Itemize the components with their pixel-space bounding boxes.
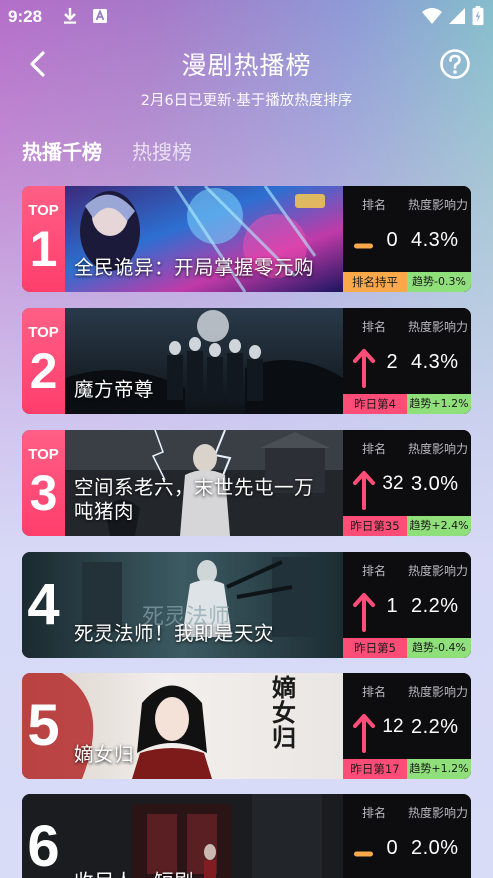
stats-panel: 排名 热度影响力 0 4.3% 排名持平 趋势-0.3% [343,186,471,292]
stats-panel: 排名 热度影响力 12 2.2% 昨日第17 趋势+1.2% [343,673,471,779]
page-subtitle: 2月6日已更新·基于播放热度排序 [140,93,353,109]
heat-header: 热度影响力 [408,442,469,456]
heat-value: 4.3% [411,351,459,373]
rank-header: 排名 [362,198,387,212]
poster-calligraphy: 嫡女归 [272,673,296,752]
wifi-icon [422,8,442,24]
rank-change: 12 [382,716,404,737]
battery-icon [472,6,484,26]
flat-trend-icon [354,851,373,857]
show-title: 全民诡异：开局掌握零元购 [74,256,315,279]
heat-header: 热度影响力 [408,806,469,820]
trend-badge: 趋势+2.4% [407,516,471,536]
heat-header: 热度影响力 [408,685,469,699]
flat-trend-icon [354,243,373,249]
rank-number: 3 [29,465,58,521]
heat-header: 热度影响力 [408,320,469,334]
yesterday-rank-badge: 昨日第17 [343,759,407,779]
stats-panel: 排名 热度影响力 32 3.0% 昨日第35 趋势+2.4% [343,430,471,536]
rank-header: 排名 [362,685,387,699]
ranking-card[interactable]: TOP 3 空间系老六，末世先屯一万吨猪肉 排名 热度影响力 32 3.0% 昨… [22,430,471,536]
page-title: 漫剧热播榜 [181,51,312,80]
show-title: 空间系老六，末世先屯一万吨猪肉 [74,476,315,523]
ranking-card[interactable]: TOP 2 魔方帝尊 排名 热度影响力 2 4.3% 昨日第4 趋势+1.2% [22,308,471,414]
rank-number: 2 [29,343,58,399]
rank-change: 2 [386,351,398,373]
stats-panel: 排名 热度影响力 1 2.2% 昨日第5 趋势-0.4% [343,552,471,658]
top-label: TOP [28,202,59,219]
rank-header: 排名 [362,442,387,456]
rank-change: 32 [382,473,404,494]
show-title: 嫡女归 [74,743,135,766]
rank-badge: 6 [22,794,65,878]
status-bar: 9:28 [0,0,493,34]
rank-change: 0 [386,837,398,859]
ranking-card[interactable]: 嫡女归 5 嫡女归 排名 热度影响力 12 2.2% 昨日第17 趋势+1.2% [22,673,471,779]
up-arrow-icon [353,714,375,753]
stats-panel: 排名 热度影响力 0 2.0% [343,794,471,878]
show-title: 死灵法师！我即是天灾 [74,622,275,645]
up-arrow-icon [353,349,375,388]
stats-panel: 排名 热度影响力 2 4.3% 昨日第4 趋势+1.2% [343,308,471,414]
ranking-card[interactable]: TOP 1 全民诡异：开局掌握零元购 排名 热度影响力 0 4.3% 排名持平 … [22,186,471,292]
poster-image [22,794,343,878]
trend-badge: 趋势-0.3% [407,272,471,292]
rank-change: 0 [386,229,398,251]
trend-badge: 趋势+1.2% [407,394,471,414]
heat-header: 热度影响力 [408,198,469,212]
top-bar: 漫剧热播榜 2月6日已更新·基于播放热度排序 [0,34,493,114]
yesterday-rank-badge: 昨日第35 [343,516,407,536]
rank-header: 排名 [362,806,387,820]
yesterday-rank-badge: 昨日第5 [343,638,407,658]
rank-badge: TOP 1 [22,186,65,292]
rank-number: 4 [27,572,60,637]
rank-header: 排名 [362,564,387,578]
heat-value: 2.2% [411,716,459,738]
heat-header: 热度影响力 [408,564,469,578]
rank-badge: 4 [22,552,65,658]
ranking-card[interactable]: 6 收尸人，短剧 排名 热度影响力 0 2.0% [22,794,471,878]
tab-hot-search[interactable]: 热搜榜 [132,136,192,165]
yesterday-rank-badge: 昨日第4 [343,394,407,414]
rank-badge: 5 [22,673,65,779]
app-notification-icon [93,9,107,23]
top-label: TOP [28,324,59,341]
status-time: 9:28 [8,7,43,26]
show-title: 收尸人，短剧 [74,870,324,878]
signal-icon [449,8,465,24]
rank-number: 5 [27,693,60,758]
show-title: 魔方帝尊 [74,378,155,401]
trend-badge: 趋势+1.2% [407,759,471,779]
rank-change: 1 [386,595,398,617]
heat-value: 4.3% [411,229,459,251]
rank-status-badge: 排名持平 [343,272,407,292]
ranking-card[interactable]: 死灵法师 4 死灵法师！我即是天灾 排名 热度影响力 1 2.2% 昨日第5 趋… [22,552,471,658]
rank-header: 排名 [362,320,387,334]
rank-number: 6 [27,814,60,878]
rank-badge: TOP 3 [22,430,65,536]
up-arrow-icon [353,471,375,510]
rank-badge: TOP 2 [22,308,65,414]
rank-number: 1 [29,221,58,277]
tab-hot-play[interactable]: 热播千榜 [22,136,102,165]
heat-value: 2.2% [411,595,459,617]
trend-badge: 趋势-0.4% [407,638,471,658]
download-icon [64,8,76,24]
heat-value: 2.0% [411,837,459,859]
help-question-icon[interactable] [439,48,471,80]
top-label: TOP [28,446,59,463]
up-arrow-icon [353,593,375,632]
heat-value: 3.0% [411,473,459,495]
